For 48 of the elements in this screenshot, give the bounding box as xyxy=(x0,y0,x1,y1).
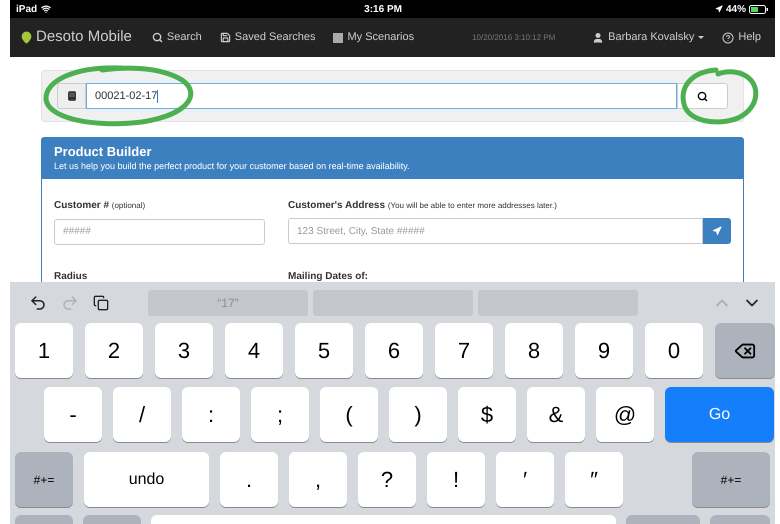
keyboard-key[interactable]: 7 xyxy=(435,323,493,378)
keyboard-key[interactable]: , xyxy=(289,452,347,507)
keyboard-key[interactable]: ( xyxy=(320,387,378,442)
nav-link[interactable]: My Scenarios xyxy=(333,29,414,46)
keyboard-key[interactable]: ) xyxy=(389,387,447,442)
keyboard-key[interactable]: 2 xyxy=(85,323,143,378)
help-link[interactable]: Help xyxy=(722,29,761,46)
symbols-key[interactable]: #+= xyxy=(15,452,73,507)
panel-subtitle: Let us help you build the perfect product for your customer based on real-time availability. xyxy=(54,160,411,172)
keyboard-key[interactable]: 5 xyxy=(295,323,353,378)
keyboard-key[interactable]: 6 xyxy=(365,323,423,378)
battery-percent: 44% xyxy=(726,2,746,16)
keyboard-key[interactable]: ; xyxy=(251,387,309,442)
customer-number-field[interactable]: ##### xyxy=(54,218,265,244)
field-label: Customer # (optional) xyxy=(54,199,146,213)
keyboard-key[interactable]: . xyxy=(220,452,278,507)
keyboard-key[interactable]: @ xyxy=(596,387,654,442)
field-label: Customer's Address (You will be able to enter more addresses later.) xyxy=(288,199,558,213)
field-label: Mailing Dates of: xyxy=(288,270,370,282)
nav-link[interactable]: Search xyxy=(152,29,202,46)
symbols-key[interactable]: #+= xyxy=(692,452,770,507)
search-field[interactable]: 00021-02-17 xyxy=(86,83,677,109)
field-label: Radius xyxy=(54,270,88,282)
keyboard-key[interactable]: 0 xyxy=(645,323,703,378)
user-menu[interactable]: Barbara Kovalsky xyxy=(592,29,704,46)
timestamp: 10/20/2016 3:10:12 PM xyxy=(472,32,556,44)
keyboard-key[interactable]: 9 xyxy=(575,323,633,378)
nav-link[interactable]: Saved Searches xyxy=(220,29,316,46)
keyboard-key[interactable]: ′ xyxy=(496,452,554,507)
keyboard-key[interactable]: ! xyxy=(427,452,485,507)
address-field[interactable]: 123 Street, City, State ##### xyxy=(288,218,703,244)
panel-title: Product Builder xyxy=(54,144,153,160)
keyboard-key[interactable]: / xyxy=(113,387,171,442)
go-key[interactable]: Go xyxy=(665,387,774,442)
keyboard-key[interactable]: 4 xyxy=(225,323,283,378)
keyboard-key[interactable]: : xyxy=(182,387,240,442)
undo-key[interactable]: undo xyxy=(84,452,209,507)
keyboard-key[interactable]: ? xyxy=(358,452,416,507)
keyboard-key[interactable]: & xyxy=(527,387,585,442)
keyboard-key[interactable]: 1 xyxy=(15,323,73,378)
keyboard-key[interactable]: 8 xyxy=(505,323,563,378)
clock: 3:16 PM xyxy=(364,2,402,16)
keyboard-key[interactable]: 3 xyxy=(155,323,213,378)
device-name: iPad xyxy=(16,2,38,16)
brand-name[interactable]: Desoto Mobile xyxy=(36,26,132,49)
keyboard-key[interactable]: - xyxy=(44,387,102,442)
keyboard-key[interactable]: $ xyxy=(458,387,516,442)
keyboard-key[interactable]: ″ xyxy=(565,452,623,507)
